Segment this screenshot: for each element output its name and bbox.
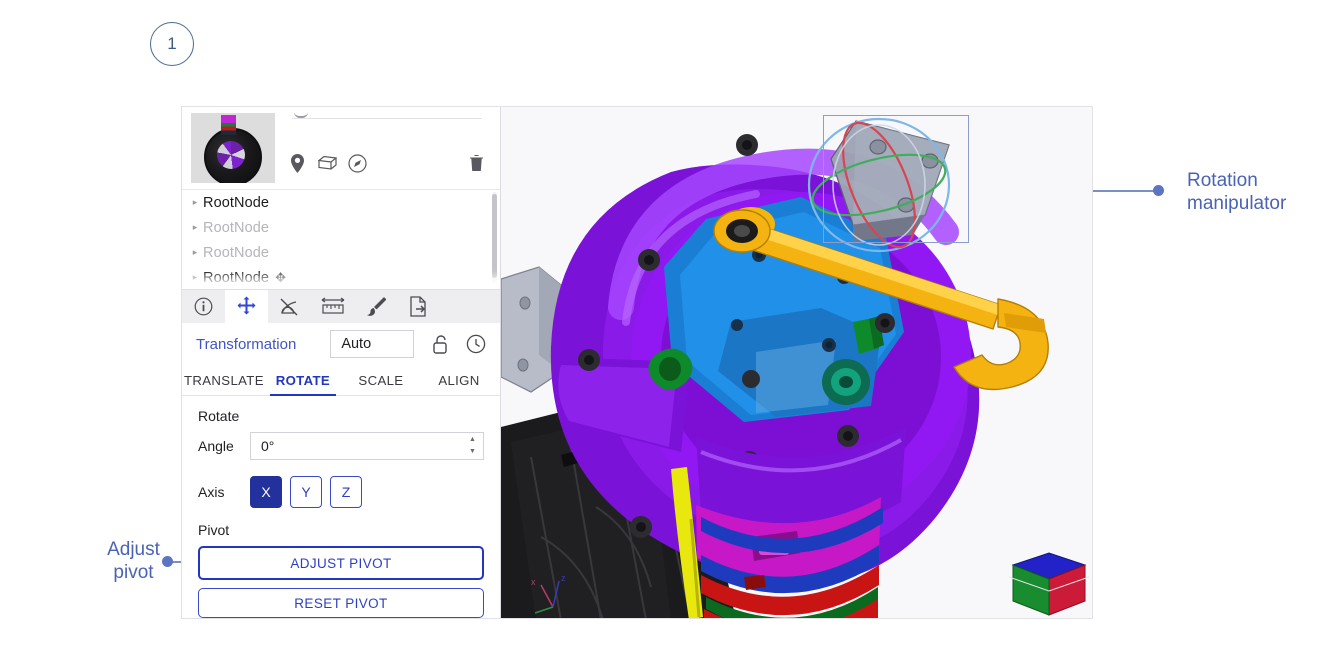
tab-no-material[interactable] — [268, 290, 311, 323]
tree-row[interactable]: ▸ RootNode — [182, 240, 500, 265]
adjust-pivot-label: ADJUST PIVOT — [290, 555, 392, 571]
angle-input[interactable]: 0° ▲ ▼ — [250, 432, 484, 460]
compass-icon[interactable] — [346, 152, 368, 174]
trash-icon[interactable] — [465, 152, 487, 174]
tab-move[interactable] — [225, 290, 268, 323]
3d-scene: x z — [501, 107, 1092, 618]
callout-pivot-line2: pivot — [113, 562, 154, 583]
tree-fade-overlay — [182, 271, 500, 289]
tab-measure[interactable] — [311, 290, 354, 323]
adjust-pivot-button[interactable]: ADJUST PIVOT — [198, 546, 484, 580]
chevron-right-icon[interactable]: ▸ — [187, 222, 203, 233]
svg-text:x: x — [531, 577, 536, 587]
tree-row[interactable]: ▸ RootNode — [182, 190, 500, 215]
teal-ring — [822, 359, 870, 405]
callout-rotation-line1: Rotation — [1187, 170, 1258, 191]
angle-row: Angle 0° ▲ ▼ — [198, 432, 484, 460]
unlock-icon[interactable] — [432, 334, 449, 354]
tab-info[interactable] — [182, 290, 225, 323]
tab-scale-label: SCALE — [358, 372, 404, 388]
rotate-section-title: Rotate — [198, 408, 240, 424]
angle-value: 0° — [261, 438, 275, 454]
transformation-row: Transformation Auto — [182, 323, 500, 365]
tab-align-label: ALIGN — [438, 372, 480, 388]
clock-icon[interactable] — [466, 334, 486, 354]
axis-z-label: Z — [341, 484, 351, 500]
transformation-mode-select[interactable]: Auto — [330, 330, 414, 358]
callout-pivot-line1: Adjust — [107, 539, 160, 560]
pivot-label: Pivot — [198, 522, 230, 538]
transformation-title: Transformation — [196, 335, 297, 353]
tab-paint[interactable] — [354, 290, 397, 323]
tab-translate-label: TRANSLATE — [184, 372, 264, 388]
transformation-mode-value: Auto — [341, 336, 372, 352]
svg-text:z: z — [561, 573, 566, 583]
tab-translate[interactable]: TRANSLATE — [184, 365, 264, 395]
angle-label: Angle — [198, 438, 234, 454]
application-window: ▸ RootNode ▸ RootNode ▸ RootNode ▸ RootN… — [181, 106, 1093, 619]
chevron-right-icon[interactable]: ▸ — [187, 247, 203, 258]
selection-bounding-box — [823, 115, 969, 243]
header-partial-control — [294, 109, 308, 118]
tree-row[interactable]: ▸ RootNode — [182, 215, 500, 240]
callout-label-rotation-manipulator: Rotation manipulator — [1187, 169, 1327, 215]
axis-button-z[interactable]: Z — [330, 476, 362, 508]
axis-button-x[interactable]: X — [250, 476, 282, 508]
header-divider — [292, 118, 482, 119]
reset-pivot-label: RESET PIVOT — [294, 595, 388, 611]
callout-dot-rotation-manipulator — [1153, 185, 1164, 196]
thumbnail-rim — [217, 141, 245, 169]
callout-label-adjust-pivot: Adjust pivot — [86, 538, 181, 584]
tab-scale[interactable]: SCALE — [342, 365, 420, 395]
axis-row: Axis X Y Z — [198, 476, 484, 508]
reset-pivot-button[interactable]: RESET PIVOT — [198, 588, 484, 618]
chevron-right-icon[interactable]: ▸ — [187, 197, 203, 208]
axis-label: Axis — [198, 484, 225, 500]
tree-scrollbar-thumb[interactable] — [492, 194, 497, 278]
tab-rotate[interactable]: ROTATE — [264, 365, 342, 396]
axis-x-label: X — [261, 484, 271, 500]
tree-node-label: RootNode — [203, 244, 270, 261]
object-thumbnail[interactable] — [191, 113, 275, 183]
left-panel: ▸ RootNode ▸ RootNode ▸ RootNode ▸ RootN… — [182, 107, 501, 618]
pin-icon[interactable] — [286, 152, 308, 174]
step-number-text: 1 — [167, 34, 177, 53]
transform-mode-tabs: TRANSLATE ROTATE SCALE ALIGN — [182, 365, 500, 396]
rotate-section: Rotate Angle 0° ▲ ▼ Axis X Y Z Pivot ADJ… — [182, 396, 500, 618]
axis-y-label: Y — [301, 484, 311, 500]
angle-stepper-down[interactable]: ▼ — [468, 448, 477, 455]
3d-viewport[interactable]: x z — [501, 107, 1092, 618]
angle-stepper-up[interactable]: ▲ — [468, 436, 477, 443]
tree-node-label: RootNode — [203, 194, 270, 211]
tab-rotate-label: ROTATE — [275, 372, 331, 388]
axis-button-y[interactable]: Y — [290, 476, 322, 508]
cube-icon[interactable] — [316, 152, 338, 174]
panel-icon-tabbar — [182, 289, 500, 323]
step-number-badge: 1 — [150, 22, 194, 66]
thumbnail-strut — [221, 115, 236, 135]
tab-export[interactable] — [397, 290, 440, 323]
callout-rotation-line2: manipulator — [1187, 193, 1287, 214]
tree-node-label: RootNode — [203, 219, 270, 236]
object-header — [182, 107, 500, 190]
tab-align[interactable]: ALIGN — [420, 365, 498, 395]
scene-tree[interactable]: ▸ RootNode ▸ RootNode ▸ RootNode ▸ RootN… — [182, 190, 500, 289]
